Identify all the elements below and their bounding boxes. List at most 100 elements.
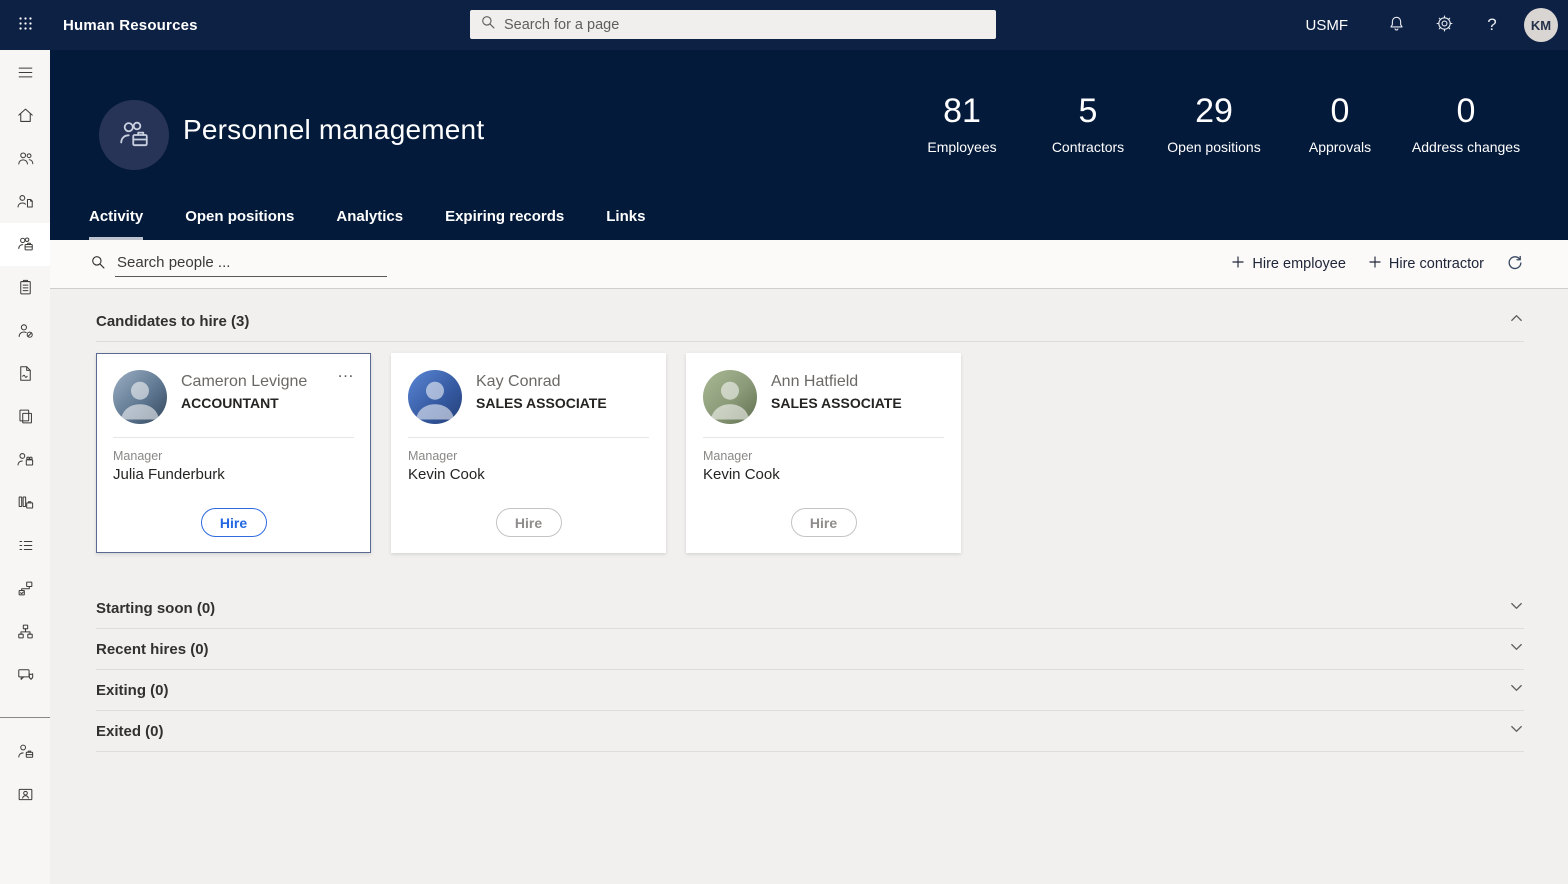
card-divider: [113, 437, 354, 438]
home-icon: [16, 106, 35, 125]
candidate-role: ACCOUNTANT: [181, 395, 307, 411]
sidebar-item-home[interactable]: [0, 94, 50, 137]
plus-icon: [1368, 255, 1382, 273]
cards-briefcase-icon: [16, 493, 35, 512]
chevron-down-icon[interactable]: [1509, 680, 1524, 700]
tab-expiring-records[interactable]: Expiring records: [445, 208, 564, 240]
tab-activity[interactable]: Activity: [89, 208, 143, 240]
hire-employee-button[interactable]: Hire employee: [1231, 255, 1346, 273]
manager-label: Manager: [113, 449, 354, 463]
stat-open-positions[interactable]: 29 Open positions: [1151, 92, 1277, 157]
manager-label: Manager: [408, 449, 649, 463]
sidebar-item-people-briefcase[interactable]: [0, 223, 50, 266]
candidate-card-ann-hatfield[interactable]: Ann Hatfield SALES ASSOCIATE Manager Kev…: [686, 353, 961, 553]
people-icon: [16, 149, 35, 168]
person-block-icon: [16, 321, 35, 340]
candidate-photo: [703, 370, 757, 424]
chevron-down-icon[interactable]: [1509, 598, 1524, 618]
settings-button[interactable]: [1420, 0, 1468, 50]
section-exiting[interactable]: Exiting (0): [96, 670, 1524, 711]
manager-name: Julia Funderburk: [113, 466, 354, 483]
sidebar-item-people-group[interactable]: [0, 438, 50, 481]
document-signature-icon: [16, 364, 35, 383]
chevron-up-icon[interactable]: [1509, 311, 1524, 331]
manager-name: Kevin Cook: [703, 466, 944, 483]
menu-icon: [16, 63, 35, 82]
section-candidates-to-hire[interactable]: Candidates to hire (3): [96, 311, 1524, 342]
section-recent-hires[interactable]: Recent hires (0): [96, 629, 1524, 670]
hire-contractor-button[interactable]: Hire contractor: [1368, 255, 1484, 273]
sidebar-item-person-document[interactable]: [0, 180, 50, 223]
candidate-card-kay-conrad[interactable]: Kay Conrad SALES ASSOCIATE Manager Kevin…: [391, 353, 666, 553]
sidebar: [0, 50, 50, 884]
hire-button[interactable]: Hire: [791, 508, 857, 537]
gear-icon: [1435, 14, 1454, 36]
search-icon: [90, 254, 106, 275]
app-title: Human Resources: [63, 17, 198, 34]
section-exited[interactable]: Exited (0): [96, 711, 1524, 752]
app-launcher-button[interactable]: [0, 0, 50, 50]
page-title: Personnel management: [183, 114, 484, 146]
refresh-icon: [1506, 254, 1524, 275]
stat-address-changes[interactable]: 0 Address changes: [1403, 92, 1529, 157]
hire-button[interactable]: Hire: [201, 508, 267, 537]
card-divider: [703, 437, 944, 438]
bell-icon: [1387, 14, 1406, 36]
sidebar-item-org-check[interactable]: [0, 567, 50, 610]
waffle-icon: [17, 15, 34, 35]
hire-button[interactable]: Hire: [496, 508, 562, 537]
manager-name: Kevin Cook: [408, 466, 649, 483]
list-icon: [16, 536, 35, 555]
company-selector[interactable]: USMF: [1306, 17, 1363, 34]
candidate-card-cameron-levigne[interactable]: Cameron Levigne ACCOUNTANT … Manager Jul…: [96, 353, 371, 553]
person-document-icon: [16, 192, 35, 211]
sidebar-item-person-card[interactable]: [0, 773, 50, 816]
people-briefcase-icon: [16, 235, 35, 254]
sidebar-item-documents[interactable]: [0, 395, 50, 438]
candidate-role: SALES ASSOCIATE: [771, 395, 902, 411]
help-button[interactable]: ?: [1468, 0, 1516, 50]
sidebar-item-list[interactable]: [0, 524, 50, 567]
sidebar-item-cards-briefcase[interactable]: [0, 481, 50, 524]
stat-approvals[interactable]: 0 Approvals: [1277, 92, 1403, 157]
sidebar-item-document-signature[interactable]: [0, 352, 50, 395]
sidebar-item-org-chart[interactable]: [0, 610, 50, 653]
more-options-icon[interactable]: …: [337, 362, 356, 382]
personnel-management-icon: [99, 100, 169, 170]
sidebar-item-shield-chat[interactable]: [0, 653, 50, 696]
topbar-right-cluster: USMF ? KM: [1306, 0, 1559, 50]
collapsed-sections: Starting soon (0) Recent hires (0) Exiti…: [96, 588, 1524, 752]
tab-links[interactable]: Links: [606, 208, 645, 240]
people-search-box: [90, 240, 387, 288]
shield-chat-icon: [16, 665, 35, 684]
sidebar-item-person-block[interactable]: [0, 309, 50, 352]
search-icon: [480, 14, 496, 35]
tab-analytics[interactable]: Analytics: [336, 208, 403, 240]
sidebar-item-people[interactable]: [0, 137, 50, 180]
candidate-cards: Cameron Levigne ACCOUNTANT … Manager Jul…: [96, 353, 1524, 553]
notifications-button[interactable]: [1372, 0, 1420, 50]
action-toolbar: Hire employee Hire contractor: [50, 240, 1568, 289]
sidebar-item-person-briefcase[interactable]: [0, 730, 50, 773]
tab-open-positions[interactable]: Open positions: [185, 208, 294, 240]
refresh-button[interactable]: [1506, 254, 1524, 275]
person-card-icon: [16, 785, 35, 804]
sidebar-item-clipboard[interactable]: [0, 266, 50, 309]
stat-employees[interactable]: 81 Employees: [899, 92, 1025, 157]
candidate-name: Cameron Levigne: [181, 373, 307, 391]
page-search-box: [470, 10, 996, 39]
org-check-icon: [16, 579, 35, 598]
user-avatar[interactable]: KM: [1524, 8, 1558, 42]
sidebar-item-menu[interactable]: [0, 51, 50, 94]
people-search-input[interactable]: [115, 251, 387, 277]
chevron-down-icon[interactable]: [1509, 721, 1524, 741]
person-briefcase-icon: [16, 742, 35, 761]
stats-row: 81 Employees 5 Contractors 29 Open posit…: [899, 92, 1529, 157]
sidebar-divider: [0, 717, 50, 718]
chevron-down-icon[interactable]: [1509, 639, 1524, 659]
stat-contractors[interactable]: 5 Contractors: [1025, 92, 1151, 157]
section-starting-soon[interactable]: Starting soon (0): [96, 588, 1524, 629]
page-search-input[interactable]: [504, 17, 986, 33]
workspace-header: Personnel management 81 Employees 5 Cont…: [50, 50, 1568, 240]
candidate-photo: [408, 370, 462, 424]
